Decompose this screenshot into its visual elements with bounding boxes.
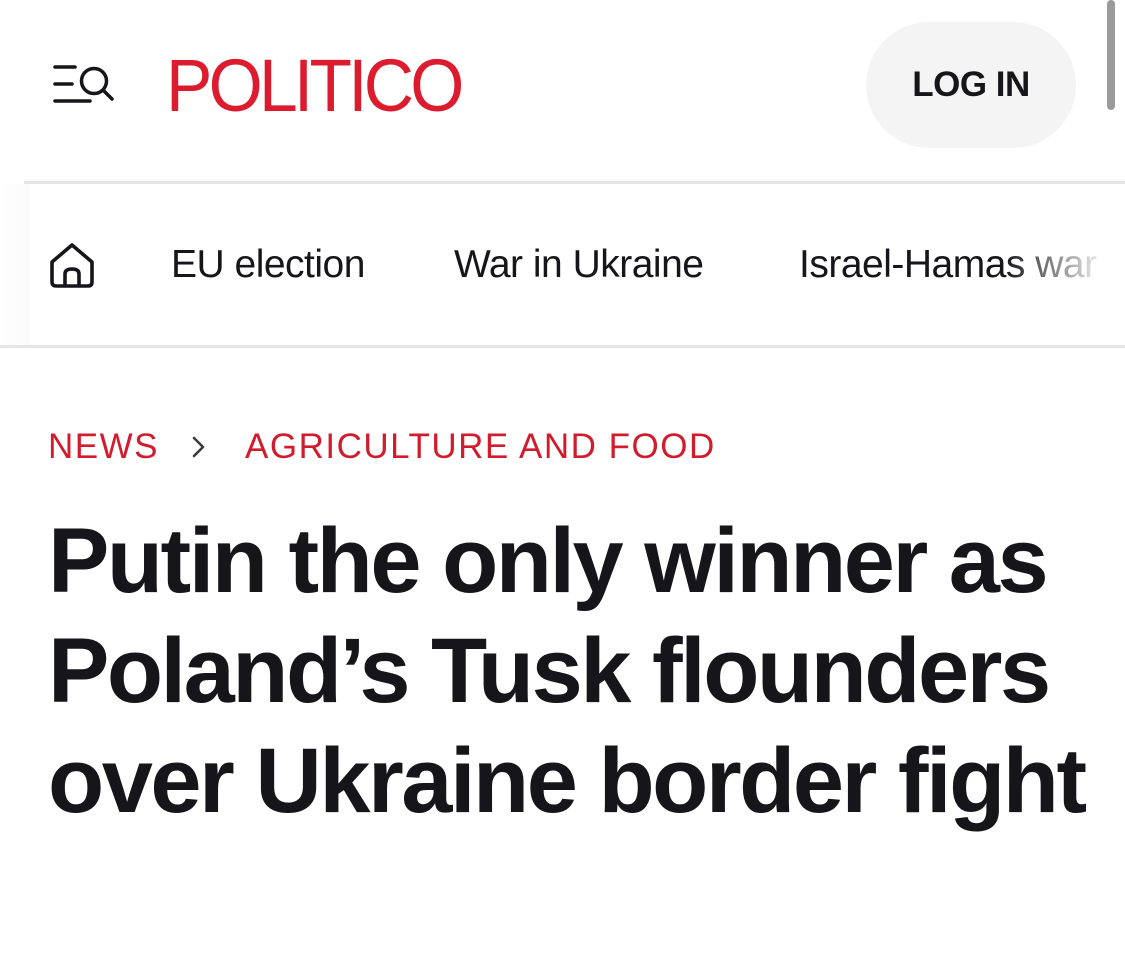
breadcrumb-news[interactable]: NEWS [48,427,159,467]
menu-search-button[interactable] [50,58,116,110]
menu-search-icon [53,65,114,103]
page: POLITICO LOG IN EU election War in Ukrai… [0,0,1125,955]
section-nav: EU election War in Ukraine Israel-Hamas … [0,184,1125,346]
chevron-right-icon [192,436,205,458]
article-headline: Putin the only winner as Poland’s Tusk f… [48,510,1087,832]
site-header: POLITICO LOG IN [0,0,1125,182]
breadcrumb-separator [159,424,245,470]
nav-item-israel-hamas-war[interactable]: Israel-Hamas war [799,242,1097,288]
login-button[interactable]: LOG IN [866,22,1076,148]
nav-edge-shade [0,184,30,346]
nav-divider [0,345,1125,348]
nav-home-button[interactable] [48,241,96,289]
breadcrumb-agriculture-and-food[interactable]: AGRICULTURE AND FOOD [245,427,716,467]
politico-logo[interactable]: POLITICO [166,48,464,124]
scrollbar[interactable] [1107,0,1115,110]
nav-item-eu-election[interactable]: EU election [171,242,365,288]
nav-item-war-in-ukraine[interactable]: War in Ukraine [454,242,704,288]
breadcrumb: NEWS AGRICULTURE AND FOOD [48,424,716,470]
home-icon [50,243,94,288]
